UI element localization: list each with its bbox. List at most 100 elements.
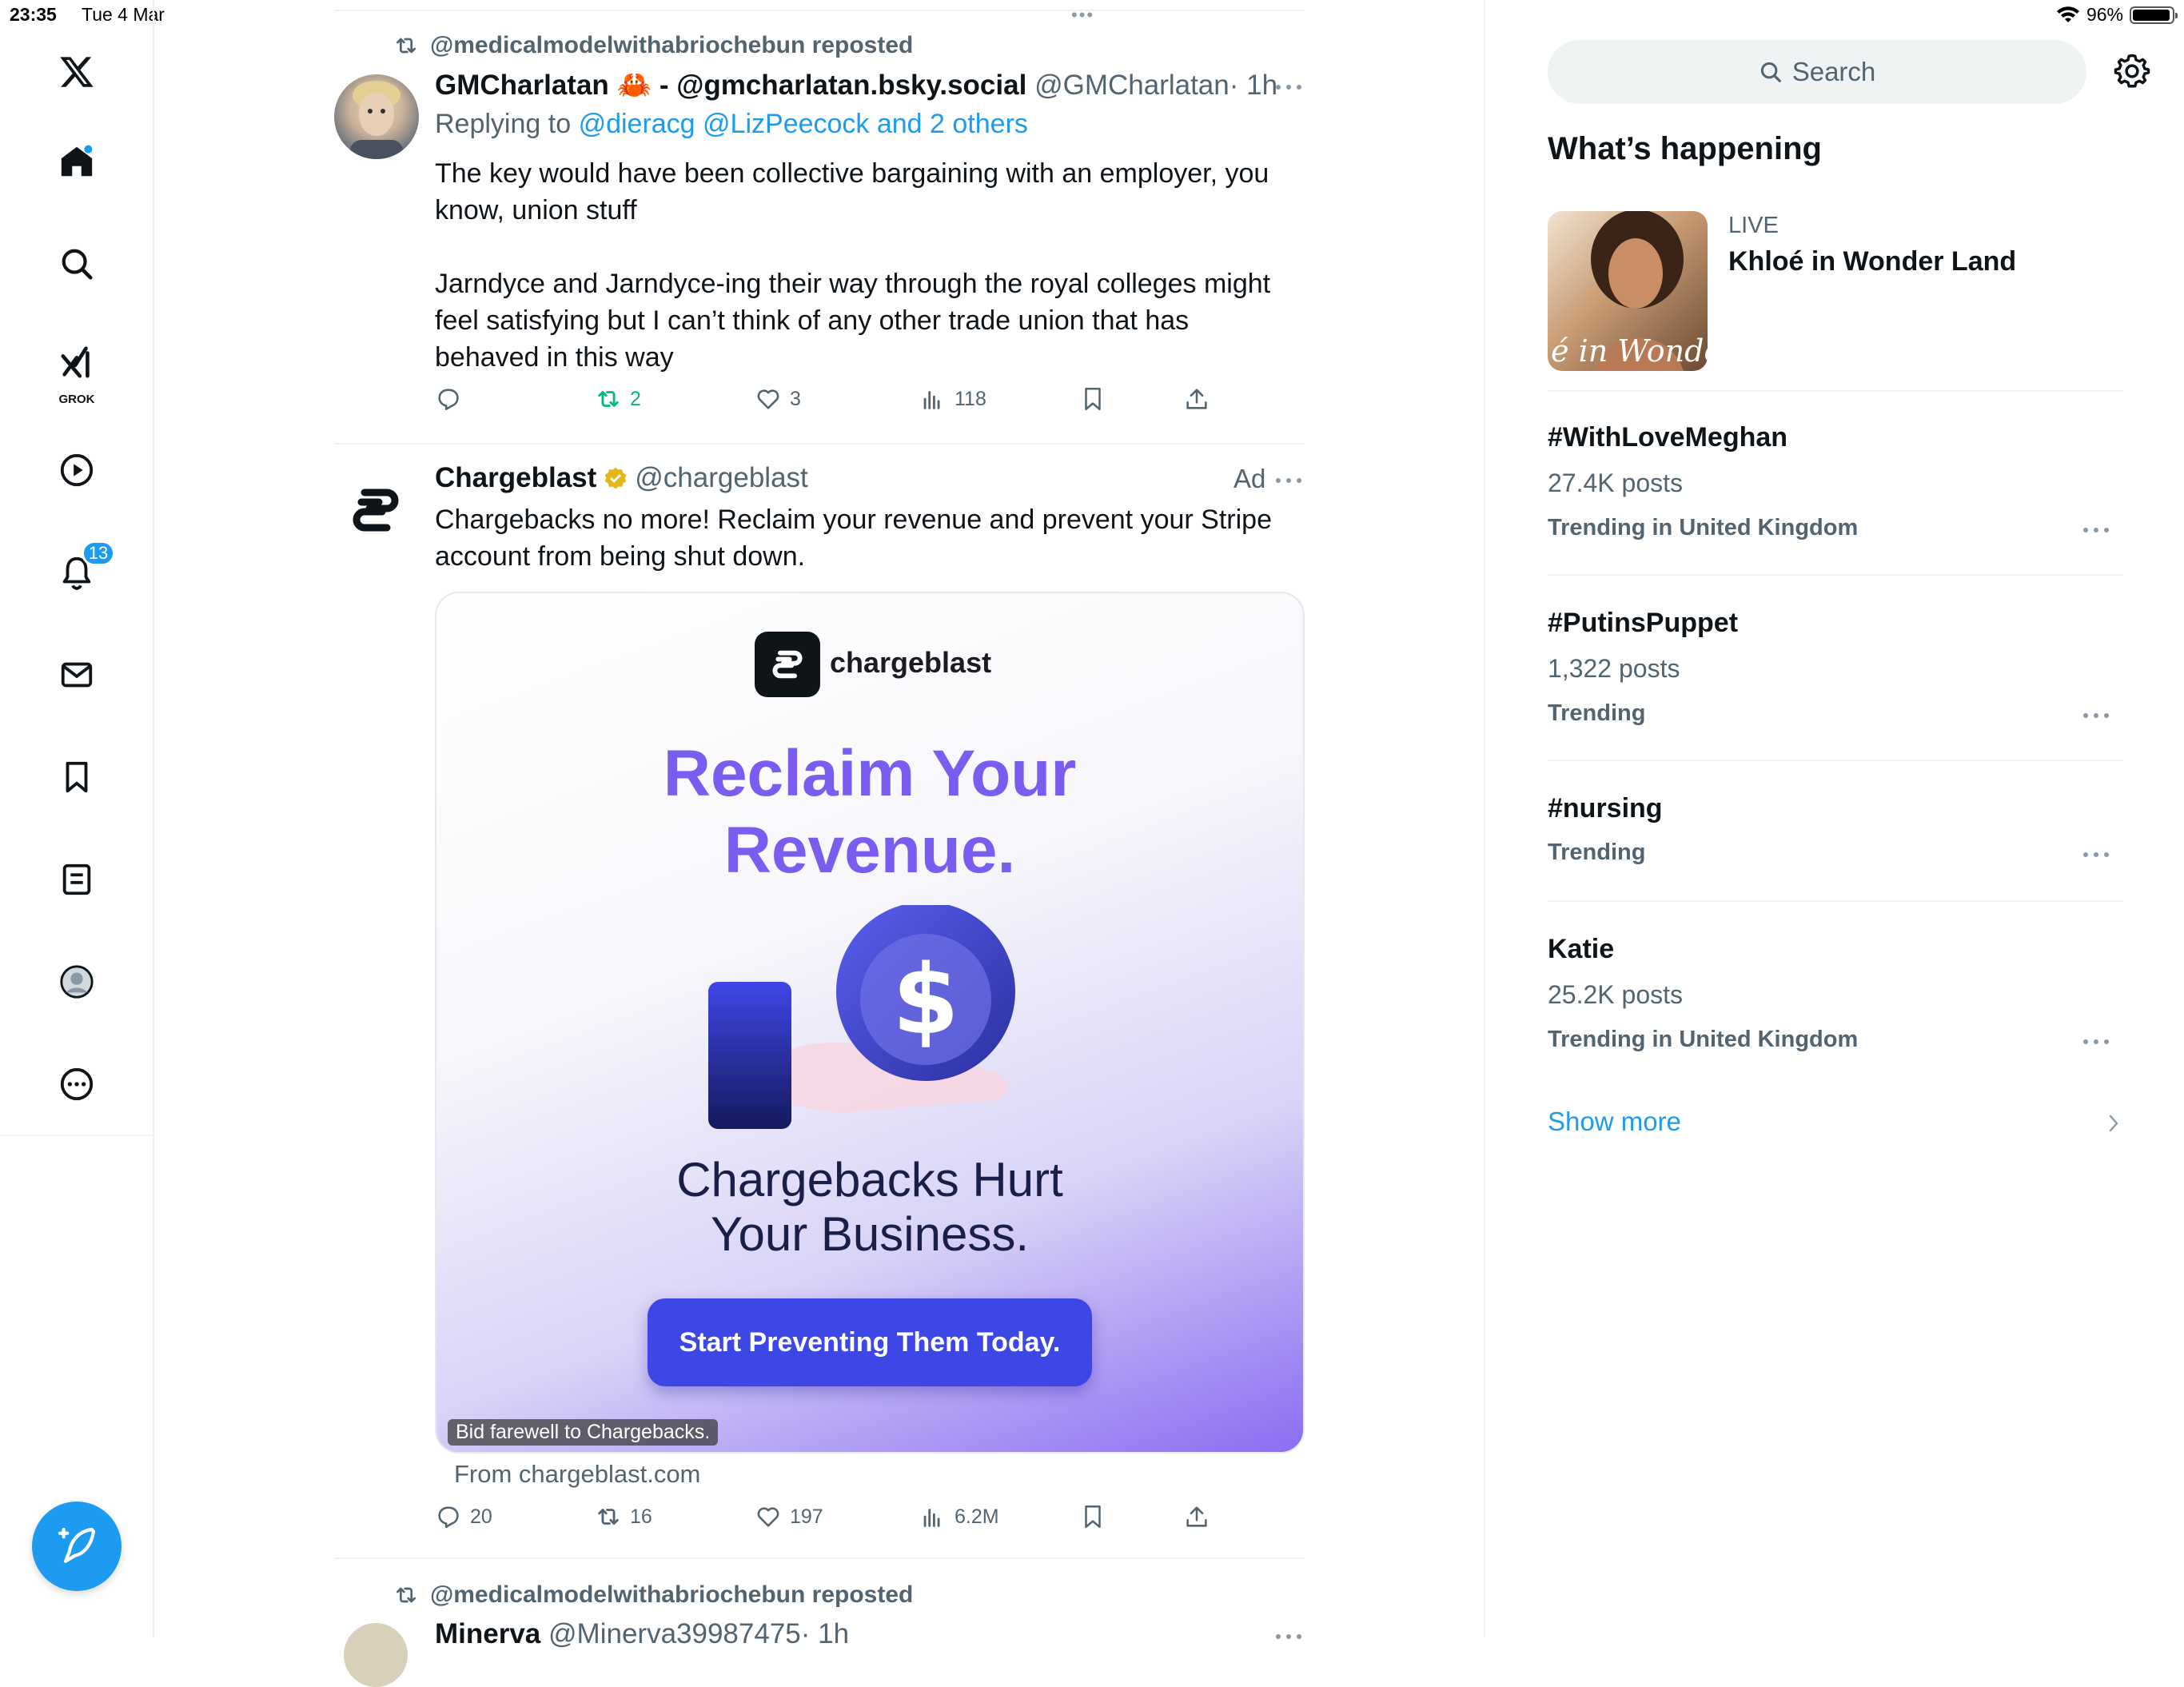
repost-count: 16 bbox=[630, 1505, 652, 1528]
lists-icon[interactable] bbox=[45, 847, 109, 911]
ad-illustration: $ bbox=[708, 905, 1015, 1129]
bell-icon[interactable]: 13 bbox=[45, 540, 115, 604]
wifi-icon bbox=[2056, 6, 2079, 22]
repost-button[interactable]: 16 bbox=[595, 1503, 652, 1530]
live-title[interactable]: Khloé in Wonder Land bbox=[1728, 246, 2016, 277]
repost-icon bbox=[397, 38, 416, 54]
author-handle[interactable]: @Minerva39987475 bbox=[548, 1618, 801, 1649]
trend-context: Trending bbox=[1548, 700, 1646, 726]
repost-line: @medicalmodelwithabriochebun reposted bbox=[393, 32, 913, 59]
post-header: Chargeblast @chargeblast bbox=[435, 462, 808, 494]
compose-button[interactable] bbox=[32, 1502, 122, 1591]
post-time: · 1h bbox=[800, 1618, 850, 1649]
repost-icon bbox=[598, 391, 619, 407]
ad-label: Ad bbox=[1233, 464, 1266, 493]
share-button[interactable] bbox=[1183, 385, 1210, 413]
repost-count: 2 bbox=[630, 387, 641, 410]
grok-label: GROK bbox=[58, 393, 95, 406]
post-divider bbox=[334, 443, 1304, 445]
bookmark-button[interactable] bbox=[1079, 1503, 1106, 1530]
like-button[interactable]: 197 bbox=[755, 1503, 823, 1530]
trend-title[interactable]: #WithLoveMeghan bbox=[1548, 422, 1787, 453]
grok-icon[interactable]: GROK bbox=[45, 333, 109, 406]
trend-more-icon[interactable] bbox=[2082, 521, 2114, 537]
reply-icon bbox=[438, 1506, 459, 1529]
avatar[interactable] bbox=[334, 74, 419, 159]
trend-divider bbox=[1548, 574, 2123, 576]
live-thumbnail-text: é in Wonder L bbox=[1551, 333, 1708, 369]
repost-button[interactable]: 2 bbox=[595, 385, 641, 413]
settings-icon[interactable] bbox=[2114, 53, 2150, 90]
show-more-link[interactable]: Show more bbox=[1548, 1107, 1681, 1137]
trend-divider bbox=[1548, 390, 2123, 392]
repost-icon bbox=[598, 1509, 619, 1525]
views-icon bbox=[923, 391, 940, 409]
like-button[interactable]: 3 bbox=[755, 385, 801, 413]
reply-icon bbox=[438, 389, 459, 411]
column-divider bbox=[1484, 0, 1485, 1637]
home-icon[interactable] bbox=[45, 130, 109, 193]
like-icon bbox=[757, 389, 779, 409]
battery-percent: 96% bbox=[2086, 4, 2123, 25]
share-button[interactable] bbox=[1183, 1503, 1210, 1530]
ad-brand-logo-icon bbox=[755, 632, 820, 697]
post-more-icon[interactable] bbox=[1274, 1628, 1306, 1644]
ad-card[interactable]: chargeblast Reclaim Your Revenue. $ Char… bbox=[435, 592, 1305, 1454]
video-icon[interactable] bbox=[45, 438, 109, 502]
post-text: The key would have been collective barga… bbox=[435, 158, 1271, 373]
author-name[interactable]: Chargeblast bbox=[435, 462, 596, 494]
notifications-badge: 13 bbox=[82, 540, 115, 566]
views-button[interactable]: 118 bbox=[919, 385, 986, 413]
post-header: Minerva @Minerva39987475· 1h bbox=[435, 1618, 849, 1650]
trend-more-icon[interactable] bbox=[2082, 707, 2114, 723]
repost-line-text: @medicalmodelwithabriochebun reposted bbox=[430, 32, 914, 58]
post-actions: 2 3 118 bbox=[435, 385, 1274, 425]
bookmark-icon bbox=[1085, 387, 1101, 411]
avatar-face bbox=[350, 81, 403, 159]
views-button[interactable]: 6.2M bbox=[919, 1503, 999, 1530]
battery-icon bbox=[2130, 6, 2178, 24]
trend-title[interactable]: #nursing bbox=[1548, 793, 1663, 824]
ad-headline: Reclaim Your Revenue. bbox=[663, 737, 1077, 887]
search-icon[interactable] bbox=[45, 232, 109, 296]
chargeblast-logo-icon[interactable] bbox=[344, 478, 408, 542]
author-handle[interactable]: @GMCharlatan bbox=[1034, 70, 1229, 101]
live-label: LIVE bbox=[1728, 213, 1779, 238]
search-input[interactable]: Search bbox=[1548, 40, 2086, 104]
trend-context: Trending in United Kingdom bbox=[1548, 1027, 1859, 1052]
chevron-right-icon[interactable] bbox=[2104, 1111, 2123, 1135]
ad-source[interactable]: From chargeblast.com bbox=[454, 1460, 700, 1489]
post-time: · 1h bbox=[1229, 70, 1278, 101]
author-handle[interactable]: @chargeblast bbox=[635, 462, 807, 494]
trend-context: Trending in United Kingdom bbox=[1548, 515, 1859, 540]
replying-targets[interactable]: @dieracg @LizPeecock and 2 others bbox=[579, 109, 1028, 139]
trend-title[interactable]: Katie bbox=[1548, 934, 1614, 965]
profile-icon[interactable] bbox=[45, 950, 109, 1014]
trend-divider bbox=[1548, 760, 2123, 761]
left-nav: GROK 13 bbox=[0, 0, 154, 1637]
section-title: What’s happening bbox=[1548, 131, 1822, 166]
ad-cta-button[interactable]: Start Preventing Them Today. bbox=[648, 1298, 1092, 1386]
trend-more-icon[interactable] bbox=[2082, 1033, 2114, 1049]
like-count: 3 bbox=[790, 387, 801, 410]
more-icon[interactable] bbox=[45, 1052, 109, 1116]
mail-icon[interactable] bbox=[45, 643, 109, 707]
live-thumbnail[interactable]: é in Wonder L bbox=[1548, 211, 1708, 371]
post-more-icon[interactable] bbox=[1274, 472, 1306, 488]
author-name[interactable]: GMCharlatan 🦀 - @gmcharlatan.bsky.social bbox=[435, 70, 1026, 101]
reply-count: 20 bbox=[470, 1505, 492, 1528]
trend-title[interactable]: #PutinsPuppet bbox=[1548, 608, 1738, 639]
x-logo-icon[interactable] bbox=[45, 40, 109, 104]
trend-more-icon[interactable] bbox=[2082, 846, 2114, 862]
author-name[interactable]: Minerva bbox=[435, 1618, 540, 1649]
reply-button[interactable] bbox=[435, 385, 462, 413]
views-count: 118 bbox=[955, 387, 986, 410]
avatar[interactable] bbox=[344, 1623, 408, 1687]
post-divider bbox=[334, 1557, 1304, 1559]
bookmark-icon[interactable] bbox=[45, 745, 109, 809]
status-right: 96% bbox=[2056, 4, 2178, 26]
post-more-icon[interactable] bbox=[1274, 78, 1306, 94]
bookmark-icon bbox=[1085, 1505, 1101, 1529]
bookmark-button[interactable] bbox=[1079, 385, 1106, 413]
reply-button[interactable]: 20 bbox=[435, 1503, 492, 1530]
